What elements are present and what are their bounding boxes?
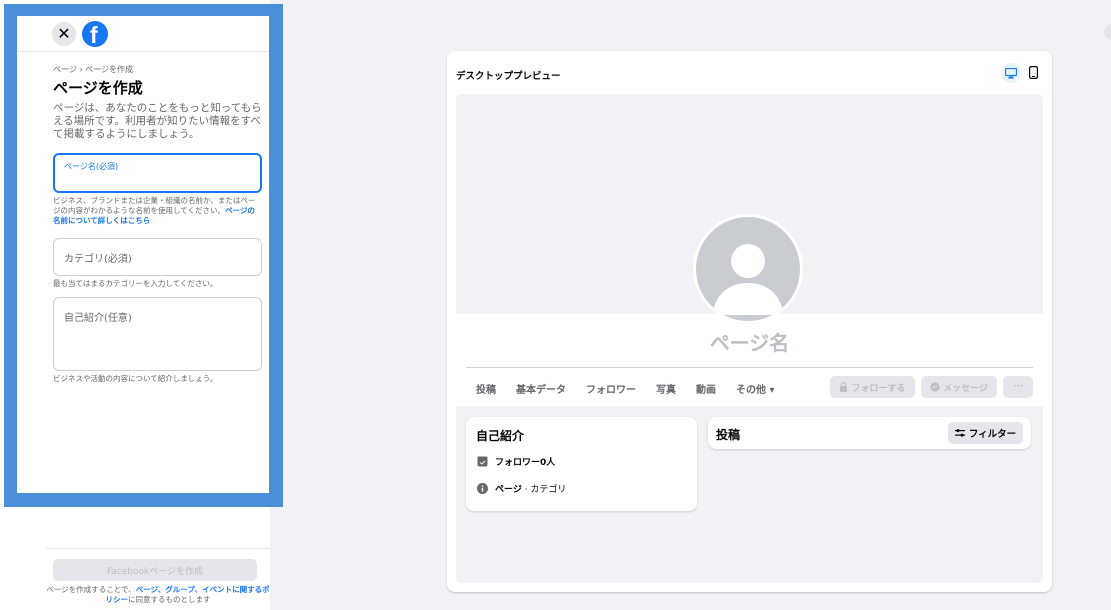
- tab-videos[interactable]: 動画: [696, 381, 716, 396]
- tab-photos[interactable]: 写真: [656, 381, 676, 396]
- terms-prefix: ページを作成することで、: [46, 585, 136, 594]
- page-name-field[interactable]: ページ名(必須): [53, 153, 262, 193]
- tab-posts[interactable]: 投稿: [476, 381, 496, 396]
- avatar-silhouette-icon: [712, 244, 784, 315]
- bio-help: ビジネスや活動の内容について紹介しましょう。: [53, 374, 218, 383]
- tab-more[interactable]: その他 ▾: [736, 381, 775, 396]
- form-footer: Facebookページを作成 ページを作成することで、ページ、グループ、イベント…: [46, 548, 270, 605]
- page-title: ページを作成: [53, 79, 143, 97]
- form-header: ✕ f: [17, 16, 269, 52]
- info-row: ページ · カテゴリ: [477, 482, 566, 495]
- bio-field[interactable]: 自己紹介(任意): [53, 297, 262, 371]
- followers-count: フォロワー0人: [495, 458, 556, 468]
- page-preview: ページ名 投稿 基本データ フォロワー 写真 動画 その他 ▾ フォローする メ…: [456, 94, 1043, 583]
- messenger-icon: [930, 382, 940, 392]
- info-page-label: ページ: [495, 485, 522, 495]
- message-button-label: メッセージ: [943, 383, 988, 394]
- mobile-icon[interactable]: [1029, 64, 1039, 83]
- avatar: [693, 214, 803, 324]
- breadcrumb: ページ › ページを作成: [53, 65, 133, 74]
- action-buttons: フォローする メッセージ ···: [830, 376, 1033, 398]
- message-button[interactable]: メッセージ: [921, 376, 997, 398]
- follow-button-label: フォローする: [851, 383, 906, 394]
- form-content: ページ › ページを作成 ページを作成 ページは、あなたのことをもっと知ってもら…: [17, 52, 262, 384]
- terms-suffix: に同意するものとします: [128, 595, 211, 604]
- create-page-button[interactable]: Facebookページを作成: [53, 559, 257, 581]
- info-icon: [477, 483, 488, 494]
- follow-button[interactable]: フォローする: [830, 376, 915, 398]
- more-options-button[interactable]: ···: [1003, 376, 1033, 398]
- form-description: ページは、あなたのことをもっと知ってもらえる場所です。利用者が知りたい情報をすべ…: [53, 102, 262, 140]
- filter-button-label: フィルター: [968, 429, 1017, 440]
- page-name-help: ビジネス、ブランドまたは企業・組織の名前か、またはページの内容がわかるような名前…: [53, 196, 262, 226]
- terms-text: ページを作成することで、ページ、グループ、イベントに関するポリシーに同意するもの…: [46, 585, 270, 605]
- page-tabs: 投稿 基本データ フォロワー 写真 動画 その他 ▾: [476, 381, 795, 396]
- category-help: 最も当てはまるカテゴリーを入力してください。: [53, 279, 218, 288]
- posts-card: 投稿 フィルター: [708, 417, 1031, 449]
- tab-followers[interactable]: フォロワー: [586, 381, 636, 396]
- followers-row: フォロワー0人: [477, 455, 555, 468]
- about-title: 自己紹介: [476, 429, 525, 443]
- info-text: ページ · カテゴリ: [495, 482, 566, 495]
- bio-placeholder: 自己紹介(任意): [64, 313, 132, 324]
- desktop-icon[interactable]: [1001, 63, 1021, 83]
- about-card: 自己紹介 フォロワー0人 ページ · カテゴリ: [466, 417, 697, 511]
- facebook-logo-icon[interactable]: f: [82, 20, 108, 47]
- preview-page-name: ページ名: [709, 331, 790, 355]
- close-icon[interactable]: ✕: [52, 21, 76, 46]
- posts-title: 投稿: [716, 428, 741, 442]
- category-field[interactable]: カテゴリ(必須): [53, 238, 262, 276]
- corner-button[interactable]: [1104, 24, 1111, 40]
- lock-icon: [840, 382, 848, 392]
- header-divider: [466, 367, 1033, 368]
- preview-title: デスクトッププレビュー: [456, 71, 561, 82]
- follower-icon: [477, 456, 488, 467]
- logo-letter: f: [90, 21, 98, 47]
- category-placeholder: カテゴリ(必須): [64, 254, 132, 265]
- create-page-form: ✕ f ページ › ページを作成 ページを作成 ページは、あなたのことをもっと知…: [17, 16, 269, 493]
- filter-icon: [954, 429, 965, 437]
- device-toggle: [1001, 63, 1039, 83]
- tab-about[interactable]: 基本データ: [516, 381, 566, 396]
- page-name-label: ページ名(必須): [64, 162, 119, 171]
- info-category: · カテゴリ: [521, 485, 567, 495]
- desktop-preview-card: デスクトッププレビュー ページ名 投稿 基本データ フォロワー 写真 動画 その…: [447, 51, 1052, 592]
- filter-button[interactable]: フィルター: [948, 422, 1023, 444]
